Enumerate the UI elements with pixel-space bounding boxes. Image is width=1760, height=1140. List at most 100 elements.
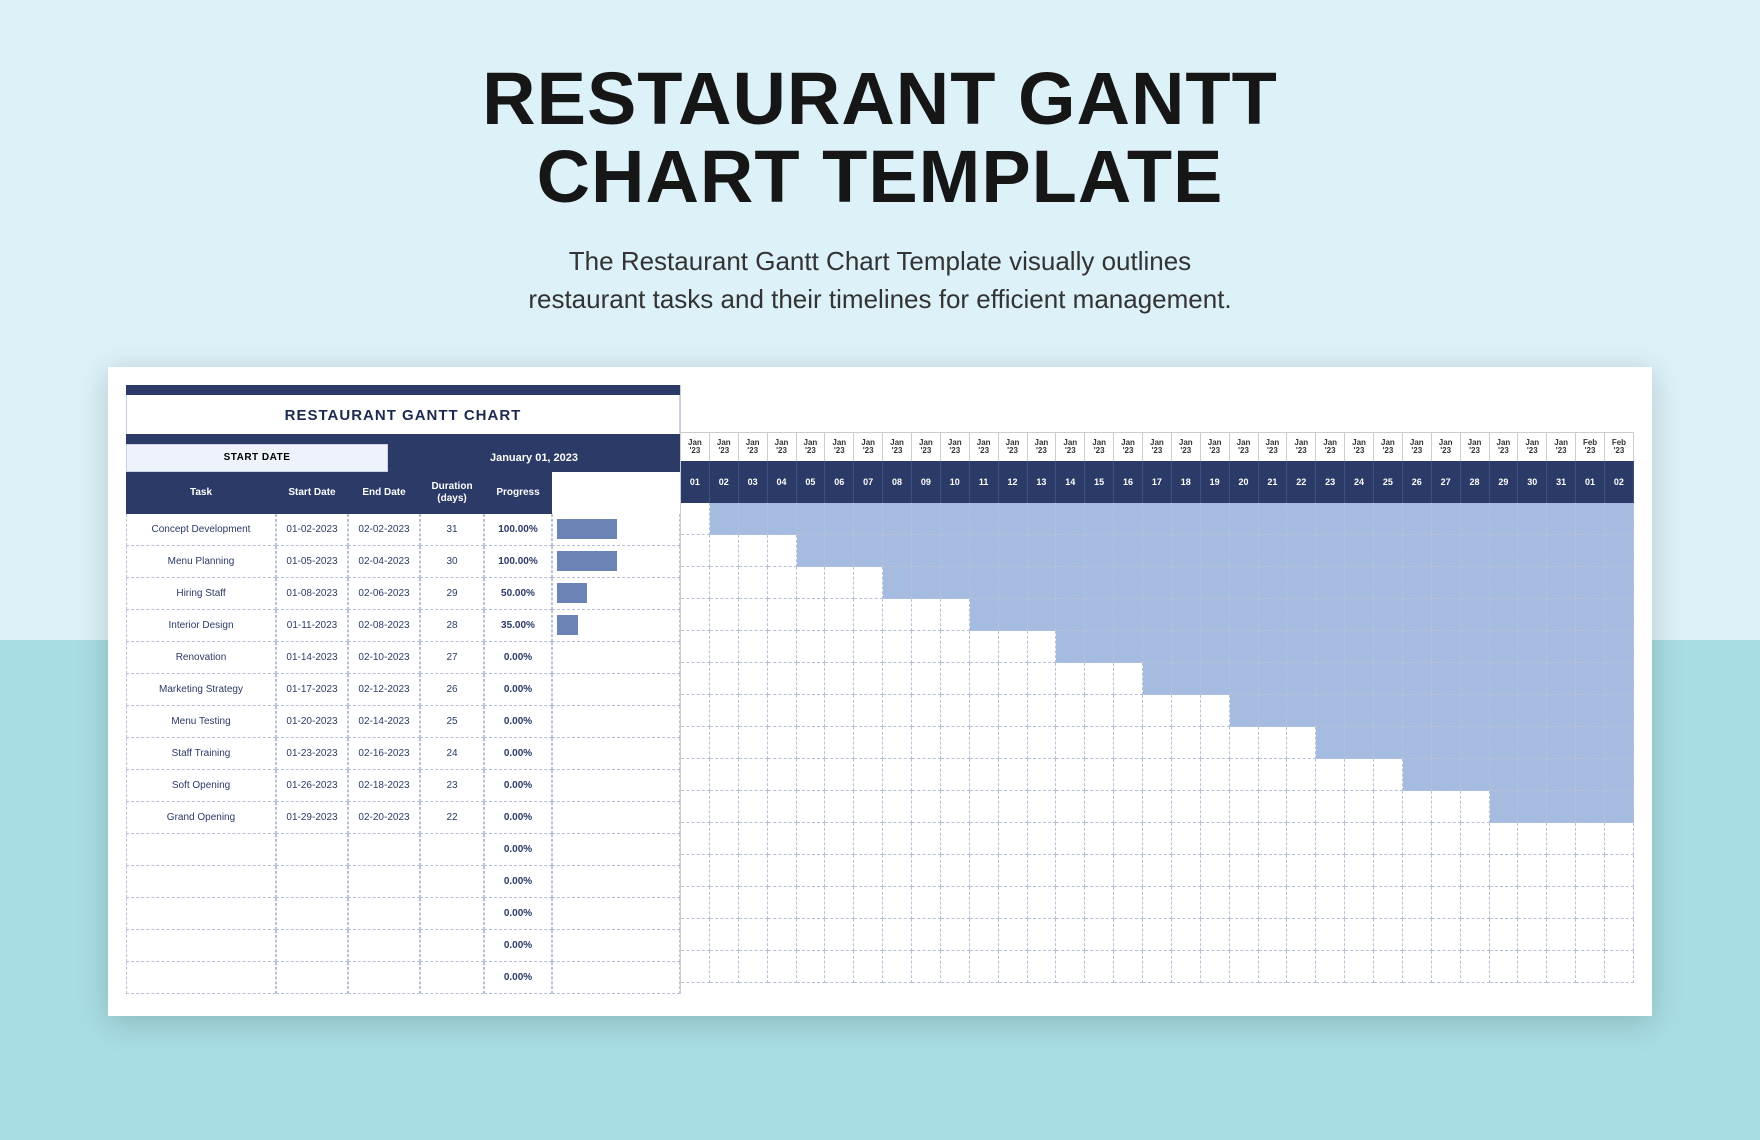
cell-task[interactable]: Menu Testing (126, 706, 276, 738)
cell-task[interactable]: Soft Opening (126, 770, 276, 802)
cell-start[interactable] (276, 834, 348, 866)
cell-start[interactable]: 01-29-2023 (276, 802, 348, 834)
gantt-cell (941, 663, 970, 695)
gantt-cell (1547, 631, 1576, 663)
cell-progress[interactable]: 0.00% (484, 802, 552, 834)
cell-progress[interactable]: 35.00% (484, 610, 552, 642)
table-row[interactable]: Staff Training01-23-202302-16-2023240.00… (126, 738, 680, 770)
table-row[interactable]: Interior Design01-11-202302-08-20232835.… (126, 610, 680, 642)
table-row[interactable]: Grand Opening01-29-202302-20-2023220.00% (126, 802, 680, 834)
table-row[interactable]: 0.00% (126, 866, 680, 898)
cell-end[interactable]: 02-08-2023 (348, 610, 420, 642)
cell-start[interactable] (276, 866, 348, 898)
cell-progress[interactable]: 0.00% (484, 962, 552, 994)
table-row[interactable]: Menu Planning01-05-202302-04-202330100.0… (126, 546, 680, 578)
cell-end[interactable]: 02-02-2023 (348, 514, 420, 546)
cell-progress[interactable]: 0.00% (484, 738, 552, 770)
table-row[interactable]: 0.00% (126, 898, 680, 930)
cell-progress[interactable]: 0.00% (484, 834, 552, 866)
cell-task[interactable]: Marketing Strategy (126, 674, 276, 706)
cell-end[interactable] (348, 866, 420, 898)
cell-task[interactable]: Grand Opening (126, 802, 276, 834)
cell-duration[interactable]: 27 (420, 642, 484, 674)
gantt-cell (1028, 695, 1057, 727)
cell-end[interactable]: 02-12-2023 (348, 674, 420, 706)
cell-duration[interactable]: 23 (420, 770, 484, 802)
cell-start[interactable]: 01-17-2023 (276, 674, 348, 706)
table-row[interactable]: Hiring Staff01-08-202302-06-20232950.00% (126, 578, 680, 610)
gantt-cell (883, 599, 912, 631)
cell-progress[interactable]: 100.00% (484, 514, 552, 546)
cell-end[interactable]: 02-04-2023 (348, 546, 420, 578)
cell-task[interactable]: Staff Training (126, 738, 276, 770)
gantt-cell (1490, 535, 1519, 567)
cell-start[interactable]: 01-26-2023 (276, 770, 348, 802)
cell-end[interactable] (348, 898, 420, 930)
cell-duration[interactable]: 22 (420, 802, 484, 834)
cell-start[interactable]: 01-02-2023 (276, 514, 348, 546)
cell-duration[interactable]: 24 (420, 738, 484, 770)
cell-duration[interactable] (420, 866, 484, 898)
cell-start[interactable]: 01-14-2023 (276, 642, 348, 674)
cell-duration[interactable]: 30 (420, 546, 484, 578)
table-row[interactable]: 0.00% (126, 930, 680, 962)
cell-task[interactable]: Concept Development (126, 514, 276, 546)
cell-end[interactable]: 02-16-2023 (348, 738, 420, 770)
cell-start[interactable] (276, 898, 348, 930)
cell-duration[interactable] (420, 834, 484, 866)
cell-task[interactable] (126, 898, 276, 930)
cell-end[interactable] (348, 962, 420, 994)
cell-start[interactable] (276, 930, 348, 962)
table-row[interactable]: Soft Opening01-26-202302-18-2023230.00% (126, 770, 680, 802)
cell-task[interactable] (126, 834, 276, 866)
cell-progress[interactable]: 0.00% (484, 770, 552, 802)
cell-start[interactable]: 01-11-2023 (276, 610, 348, 642)
cell-start[interactable] (276, 962, 348, 994)
cell-duration[interactable]: 26 (420, 674, 484, 706)
cell-task[interactable]: Menu Planning (126, 546, 276, 578)
cell-progress[interactable]: 0.00% (484, 674, 552, 706)
cell-duration[interactable] (420, 930, 484, 962)
cell-end[interactable]: 02-20-2023 (348, 802, 420, 834)
cell-end[interactable] (348, 930, 420, 962)
cell-progress[interactable]: 0.00% (484, 930, 552, 962)
table-row[interactable]: Concept Development01-02-202302-02-20233… (126, 514, 680, 546)
cell-duration[interactable]: 31 (420, 514, 484, 546)
cell-progress-bar (552, 642, 680, 674)
cell-task[interactable] (126, 866, 276, 898)
cell-start[interactable]: 01-05-2023 (276, 546, 348, 578)
cell-duration[interactable]: 25 (420, 706, 484, 738)
table-row[interactable]: Renovation01-14-202302-10-2023270.00% (126, 642, 680, 674)
cell-task[interactable]: Renovation (126, 642, 276, 674)
cell-progress[interactable]: 50.00% (484, 578, 552, 610)
cell-start[interactable]: 01-20-2023 (276, 706, 348, 738)
cell-task[interactable] (126, 930, 276, 962)
table-row[interactable]: Marketing Strategy01-17-202302-12-202326… (126, 674, 680, 706)
table-row[interactable]: 0.00% (126, 962, 680, 994)
gantt-cell (999, 791, 1028, 823)
cell-duration[interactable] (420, 898, 484, 930)
cell-progress[interactable]: 0.00% (484, 642, 552, 674)
cell-end[interactable]: 02-06-2023 (348, 578, 420, 610)
cell-end[interactable] (348, 834, 420, 866)
gantt-cell (1490, 727, 1519, 759)
cell-task[interactable]: Interior Design (126, 610, 276, 642)
cell-start[interactable]: 01-08-2023 (276, 578, 348, 610)
cell-start[interactable]: 01-23-2023 (276, 738, 348, 770)
gantt-cell (1028, 727, 1057, 759)
cell-end[interactable]: 02-10-2023 (348, 642, 420, 674)
cell-task[interactable]: Hiring Staff (126, 578, 276, 610)
cell-progress[interactable]: 0.00% (484, 706, 552, 738)
cell-task[interactable] (126, 962, 276, 994)
cell-duration[interactable]: 28 (420, 610, 484, 642)
table-row[interactable]: 0.00% (126, 834, 680, 866)
cell-duration[interactable] (420, 962, 484, 994)
cell-progress[interactable]: 0.00% (484, 898, 552, 930)
cell-end[interactable]: 02-14-2023 (348, 706, 420, 738)
cell-duration[interactable]: 29 (420, 578, 484, 610)
cell-progress[interactable]: 0.00% (484, 866, 552, 898)
cell-end[interactable]: 02-18-2023 (348, 770, 420, 802)
table-row[interactable]: Menu Testing01-20-202302-14-2023250.00% (126, 706, 680, 738)
cell-progress[interactable]: 100.00% (484, 546, 552, 578)
gantt-cell (883, 759, 912, 791)
